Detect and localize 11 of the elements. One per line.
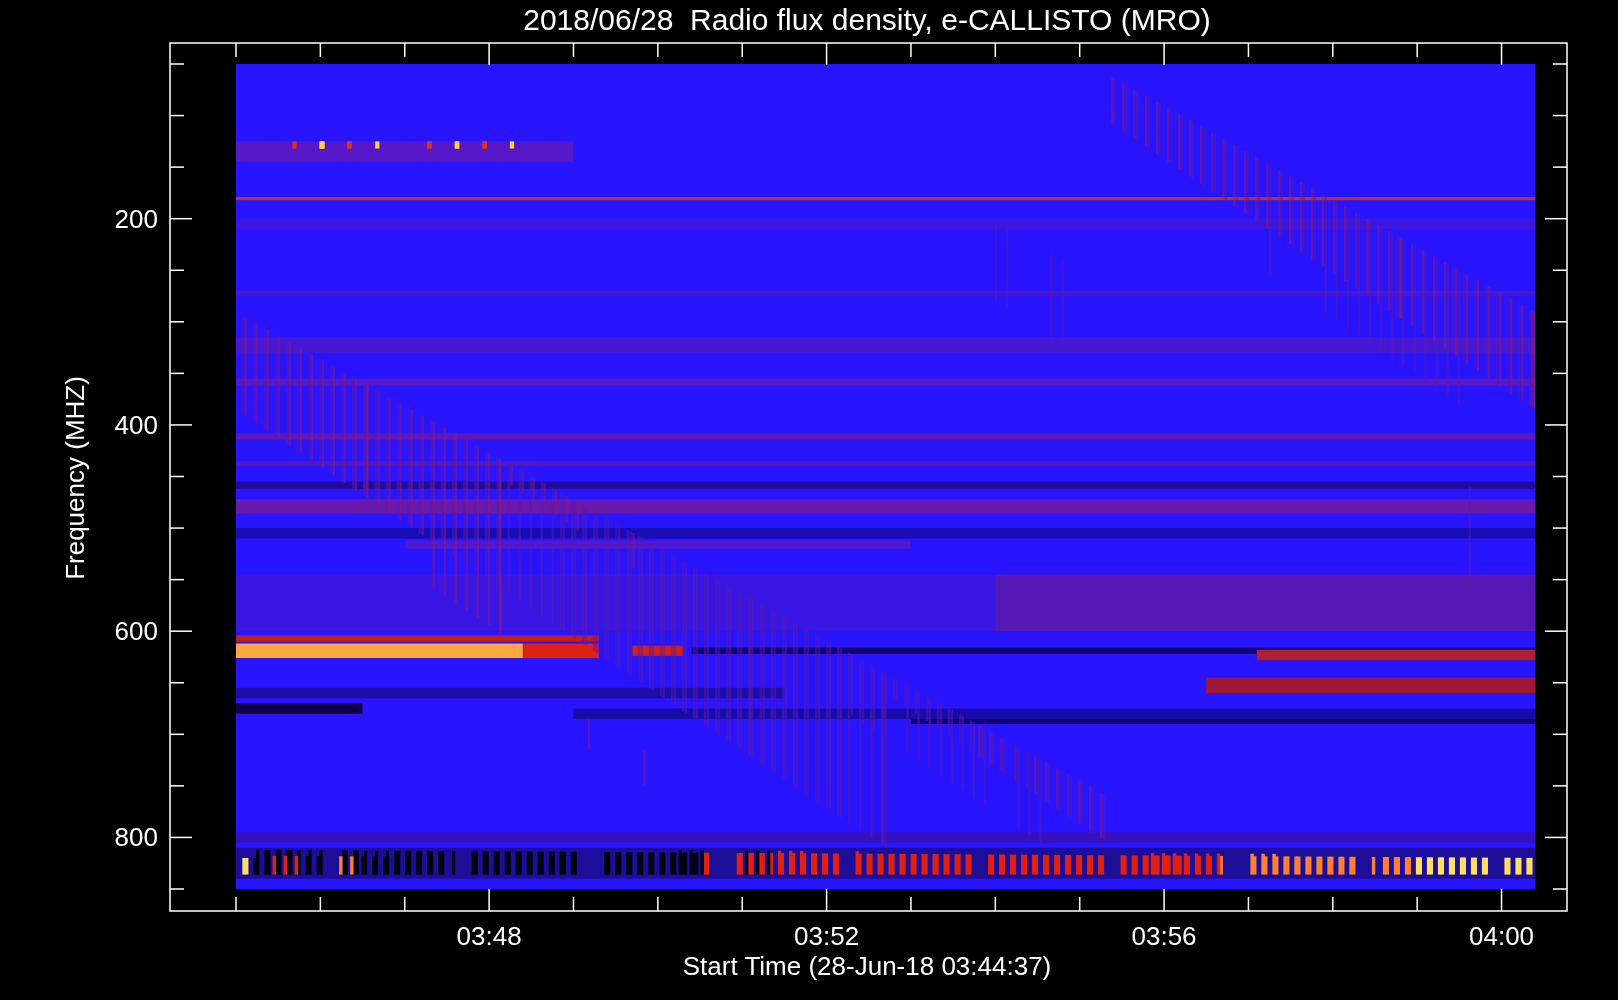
- y-tick-label: 600: [114, 616, 158, 647]
- x-tick-label: 03:56: [1131, 921, 1197, 951]
- y-tick-label: 400: [114, 409, 158, 440]
- x-tick-label: 04:00: [1469, 921, 1535, 951]
- y-axis-label: Frequency (MHZ): [60, 376, 90, 580]
- x-axis-label: Start Time (28-Jun-18 03:44:37): [682, 951, 1052, 981]
- x-tick-label: 03:48: [456, 921, 522, 951]
- x-tick-label: 03:52: [794, 921, 860, 951]
- chart-title: 2018/06/28 Radio flux density, e-CALLISTO (MRO): [523, 3, 1211, 36]
- y-tick-label: 200: [114, 203, 158, 234]
- y-tick-label: 800: [114, 822, 158, 853]
